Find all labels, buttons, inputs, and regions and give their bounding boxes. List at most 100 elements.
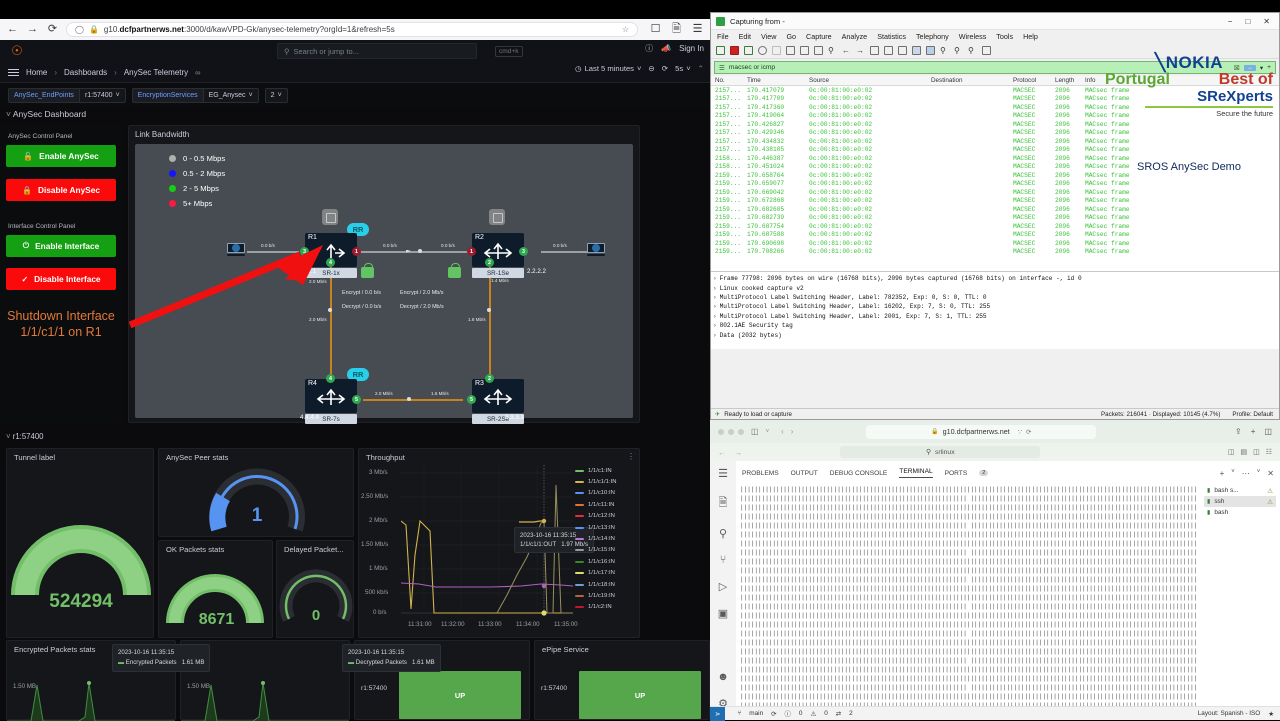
error-icon[interactable]: ⓘ	[785, 709, 791, 718]
layout-secondary-icon[interactable]: ◫	[1253, 448, 1260, 456]
share-icon[interactable]: ⇪	[1235, 427, 1242, 436]
resize-columns-icon[interactable]	[912, 46, 921, 55]
expand-arrow-icon[interactable]: ›	[713, 303, 717, 310]
packet-row[interactable]: 2159... 170.708266 0c:00:81:00:e0:02 MACSEC…	[711, 248, 1279, 257]
reader-icon[interactable]: ☐	[649, 23, 662, 36]
host-pc-left[interactable]	[227, 243, 245, 256]
legend-item[interactable]: 1/1/c11:IN	[575, 499, 637, 510]
toggle-details-icon[interactable]	[926, 46, 935, 55]
close-icon[interactable]: ✕	[1263, 17, 1270, 26]
layout-sidebar-icon[interactable]: ◫	[1228, 448, 1235, 456]
menu-edit[interactable]: Edit	[739, 32, 751, 41]
tab-debug-console[interactable]: DEBUG CONSOLE	[830, 470, 888, 477]
reload-file-icon[interactable]	[814, 46, 823, 55]
legend-item[interactable]: 1/1/c17:IN	[575, 568, 637, 579]
tab-overview-icon[interactable]: ◫	[1264, 427, 1272, 436]
menu-icon[interactable]: ☰	[718, 467, 728, 480]
legend-item[interactable]: 1/1/c16:IN	[575, 556, 637, 567]
save-file-icon[interactable]	[786, 46, 795, 55]
back-arrow-icon[interactable]: ←	[718, 448, 726, 457]
detail-line[interactable]: › Frame 77798: 2096 bytes on wire (16768 …	[713, 274, 1277, 283]
refresh-icon[interactable]: ⟳	[662, 64, 668, 73]
menu-telephony[interactable]: Telephony	[916, 32, 949, 41]
star-icon[interactable]: ☆	[622, 25, 629, 34]
reload-icon[interactable]: ⟳	[1026, 428, 1031, 436]
new-tab-icon[interactable]: +	[1251, 427, 1256, 436]
chart-legend[interactable]: 1/1/c1:IN 1/1/c1/1:IN 1/1/c10:IN 1/1/c11…	[575, 465, 637, 611]
packet-row[interactable]: 2159... 170.682739 0c:00:81:00:e0:02 MACSEC…	[711, 214, 1279, 223]
translate-icon[interactable]: ∵	[1018, 428, 1022, 436]
news-icon[interactable]: 📣	[661, 44, 671, 53]
menu-statistics[interactable]: Statistics	[877, 32, 906, 41]
expand-arrow-icon[interactable]: ›	[713, 285, 717, 292]
packet-row[interactable]: 2159... 170.659077 0c:00:81:00:e0:02 MACSEC…	[711, 180, 1279, 189]
packet-row[interactable]: 2159... 170.690698 0c:00:81:00:e0:02 MACSEC…	[711, 239, 1279, 248]
expand-arrow-icon[interactable]: ›	[713, 322, 717, 329]
breadcrumb-dashboards[interactable]: Dashboards	[64, 68, 107, 77]
expand-arrow-icon[interactable]: ›	[713, 294, 717, 301]
autoscroll-icon[interactable]	[898, 46, 907, 55]
add-terminal-icon[interactable]: +	[1220, 469, 1225, 478]
packet-row[interactable]: 2159... 170.669042 0c:00:81:00:e0:02 MACSEC…	[711, 188, 1279, 197]
packet-row[interactable]: 2159... 170.682605 0c:00:81:00:e0:02 MACSEC…	[711, 205, 1279, 214]
column-protocol[interactable]: Protocol	[1013, 77, 1055, 84]
topology-canvas[interactable]: 0 - 0.5 Mbps 0.5 - 2 Mbps 2 - 5 Mbps 5+ …	[135, 144, 633, 424]
back-arrow-icon[interactable]: ←	[6, 23, 19, 36]
url-bar[interactable]: ◯ 🔒 g10.dcfpartnerws.net:3000/d/kawVPD-G…	[66, 22, 638, 37]
menu-tools[interactable]: Tools	[996, 32, 1013, 41]
detail-line[interactable]: › MultiProtocol Label Switching Header, L…	[713, 293, 1277, 302]
packet-row[interactable]: 2157... 170.434832 0c:00:81:00:e0:02 MACSEC…	[711, 137, 1279, 146]
go-back-icon[interactable]: ←	[842, 46, 851, 55]
close-panel-icon[interactable]: ✕	[1267, 469, 1274, 478]
detail-line[interactable]: › MultiProtocol Label Switching Header, L…	[713, 302, 1277, 311]
variable-value[interactable]: 2 ˅	[264, 87, 288, 103]
expand-arrow-icon[interactable]: ›	[713, 275, 717, 282]
layout-customize-icon[interactable]: ☷	[1266, 448, 1272, 456]
legend-item[interactable]: 1/1/c12:IN	[575, 511, 637, 522]
dashboard-row-title-2[interactable]: ˅ r1:57400	[6, 432, 44, 441]
dashboard-row-title[interactable]: ˅ AnySec Dashboard	[6, 109, 86, 119]
column-time[interactable]: Time	[747, 77, 809, 84]
colorize-icon[interactable]	[884, 46, 893, 55]
forward-arrow-icon[interactable]: →	[26, 23, 39, 36]
enable-anysec-button[interactable]: 🔓 Enable AnySec	[6, 145, 116, 167]
layout-panel-icon[interactable]: ▤	[1240, 448, 1247, 456]
packet-row[interactable]: 2159... 170.672868 0c:00:81:00:e0:02 MACSEC…	[711, 197, 1279, 206]
tab-problems[interactable]: PROBLEMS	[742, 470, 779, 477]
variable-count[interactable]: 2 ˅	[264, 87, 288, 103]
packet-details-pane[interactable]: › Frame 77798: 2096 bytes on wire (16768 …	[711, 271, 1279, 349]
variable-anysec-endpoints[interactable]: AnySec_EndPoints r1:57400 ˅	[8, 87, 126, 103]
open-file-icon[interactable]	[772, 46, 781, 55]
stop-capture-icon[interactable]	[730, 46, 739, 55]
browser-tab-strip[interactable]	[0, 0, 710, 21]
breadcrumb-home[interactable]: Home	[26, 68, 47, 77]
share-icon[interactable]: ∞	[195, 68, 200, 77]
zoom-out-icon[interactable]: ⊖	[648, 64, 654, 73]
legend-item[interactable]: 1/1/c2:IN	[575, 602, 637, 611]
detail-line[interactable]: › Linux cooked capture v2	[713, 283, 1277, 292]
back-arrow-icon[interactable]: ‹	[781, 427, 784, 436]
forward-arrow-icon[interactable]: ›	[791, 427, 794, 436]
legend-item[interactable]: 1/1/c19:IN	[575, 590, 637, 601]
go-to-packet-icon[interactable]	[870, 46, 879, 55]
hamburger-menu-icon[interactable]: ☰	[691, 23, 704, 36]
ports-icon[interactable]: ⇄	[836, 710, 841, 718]
window-controls[interactable]	[718, 428, 744, 435]
terminal-item-bash[interactable]: ▮ bash	[1204, 507, 1276, 518]
terminal-output[interactable]: ||||||||||||||||||||||||||||||||||||||||…	[740, 485, 1200, 707]
tab-ports[interactable]: PORTS	[945, 470, 968, 477]
forward-arrow-icon[interactable]: →	[735, 448, 743, 457]
minimize-icon[interactable]: −	[1228, 17, 1233, 26]
bookmark-icon[interactable]: ☰	[719, 64, 725, 72]
packet-row[interactable]: 2159... 170.687588 0c:00:81:00:e0:02 MACSEC…	[711, 231, 1279, 240]
tab-terminal[interactable]: TERMINAL	[899, 468, 933, 478]
column-destination[interactable]: Destination	[931, 77, 1013, 84]
menu-go[interactable]: Go	[786, 32, 796, 41]
remote-indicator-icon[interactable]: ⋗	[710, 706, 726, 721]
explorer-icon[interactable]: 🗎	[719, 494, 728, 513]
branch-icon[interactable]: ⑂	[737, 710, 741, 717]
terminal-item-ssh[interactable]: ▮ ssh ⚠	[1204, 496, 1276, 507]
column-no[interactable]: No.	[711, 77, 747, 84]
extensions-icon[interactable]: ▣	[718, 607, 728, 620]
menu-toggle-icon[interactable]	[8, 68, 19, 76]
